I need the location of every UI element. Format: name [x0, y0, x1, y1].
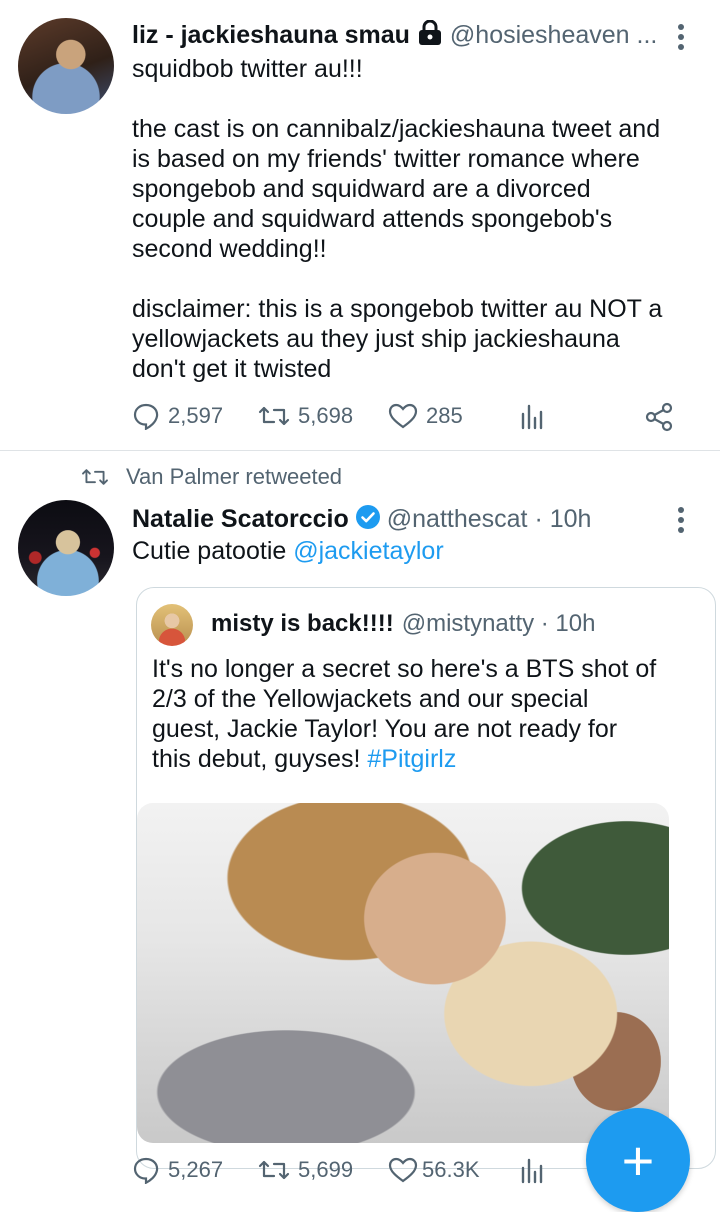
user-handle: @mistynatty · 10h	[401, 610, 596, 637]
tweet-header: Natalie Scatorccio @natthescat · 10h	[132, 504, 591, 535]
hashtag-link[interactable]: #Pitgirlz	[367, 745, 456, 773]
more-options-icon[interactable]	[676, 507, 686, 537]
quoted-tweet[interactable]: misty is back!!!! @mistynatty · 10h It's…	[136, 587, 716, 1169]
tweet-actions: 2,597 5,698 285	[132, 400, 692, 436]
avatar[interactable]	[18, 500, 114, 596]
analytics-button[interactable]	[518, 402, 546, 435]
user-handle[interactable]: @hosiesheaven ...	[450, 21, 657, 50]
tweet-photo[interactable]	[137, 803, 669, 1143]
reply-count: 2,597	[168, 403, 224, 428]
avatar[interactable]	[18, 18, 114, 114]
like-count: 285	[426, 403, 463, 428]
more-options-icon[interactable]	[676, 24, 686, 54]
analytics-icon	[521, 1158, 543, 1184]
analytics-button[interactable]	[518, 1156, 546, 1189]
mention-link[interactable]: @jackietaylor	[293, 537, 443, 565]
avatar[interactable]	[151, 604, 193, 646]
reply-button[interactable]: 5,267	[132, 1156, 223, 1184]
retweeted-by-label[interactable]: Van Palmer retweeted	[126, 464, 342, 490]
retweet-count: 5,698	[298, 403, 354, 428]
reply-icon	[133, 403, 159, 430]
display-name[interactable]: liz - jackieshauna smau	[132, 21, 410, 50]
retweet-button[interactable]: 5,699	[258, 1156, 353, 1184]
like-button[interactable]: 285	[388, 402, 463, 430]
share-button[interactable]	[644, 402, 674, 437]
heart-icon	[388, 1157, 418, 1183]
analytics-icon	[521, 404, 543, 430]
plus-icon: +	[621, 1128, 655, 1192]
lock-icon	[418, 19, 442, 51]
quote-text: It's no longer a secret so here's a BTS …	[152, 655, 657, 773]
like-button[interactable]: 56.3K	[388, 1156, 480, 1184]
compose-tweet-button[interactable]: +	[586, 1108, 690, 1212]
retweet-icon	[82, 469, 108, 485]
display-name: misty is back!!!!	[211, 610, 394, 637]
reply-button[interactable]: 2,597	[132, 402, 223, 430]
share-icon	[645, 402, 673, 432]
user-handle[interactable]: @natthescat · 10h	[387, 505, 592, 534]
display-name[interactable]: Natalie Scatorccio	[132, 505, 349, 534]
tweet-header: liz - jackieshauna smau @hosiesheaven ..…	[132, 19, 657, 51]
tweet-text: squidbob twitter au!!! the cast is on ca…	[132, 55, 663, 383]
retweet-icon	[258, 1160, 290, 1180]
tweet-text: Cutie patootie @jackietaylor	[132, 537, 444, 565]
retweet-button[interactable]: 5,698	[258, 402, 353, 430]
verified-badge-icon	[355, 504, 381, 535]
divider	[0, 450, 720, 451]
reply-icon	[133, 1157, 159, 1184]
retweet-count: 5,699	[298, 1157, 354, 1182]
like-count: 56.3K	[422, 1157, 480, 1182]
heart-icon	[388, 403, 418, 429]
quote-header: misty is back!!!! @mistynatty · 10h	[211, 610, 595, 638]
retweet-context: Van Palmer retweeted	[80, 464, 342, 490]
retweet-icon	[258, 406, 290, 426]
reply-count: 5,267	[168, 1157, 224, 1182]
